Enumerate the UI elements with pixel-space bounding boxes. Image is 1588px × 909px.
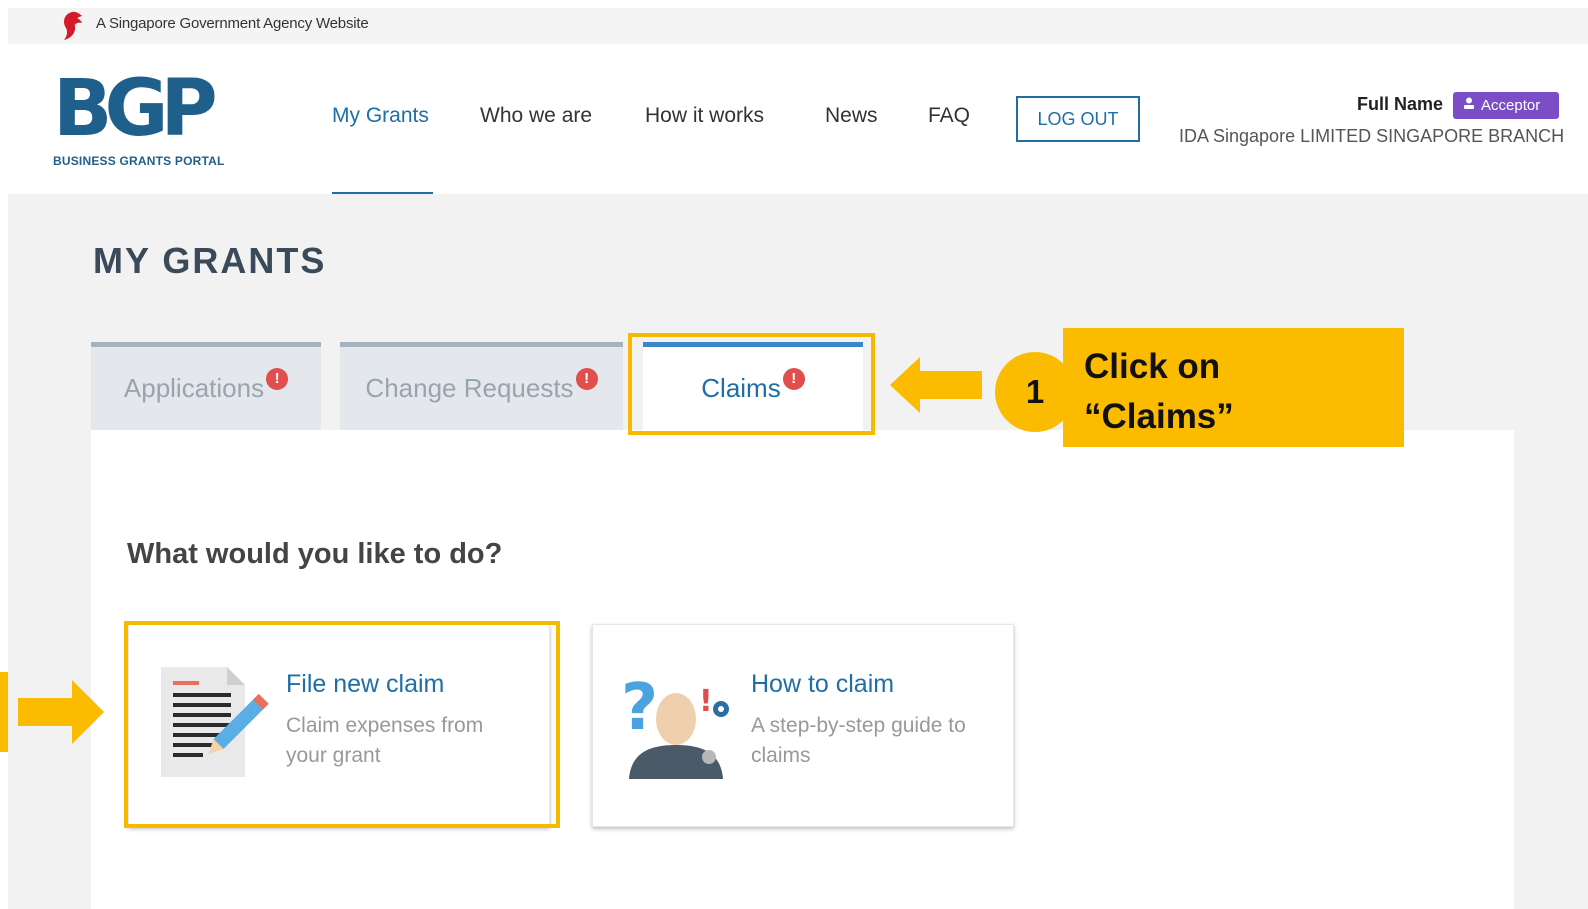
alert-icon: ! bbox=[575, 367, 598, 390]
tab-label: Applications bbox=[123, 373, 265, 403]
callout-line: Click on bbox=[1084, 347, 1221, 386]
nav-faq[interactable]: FAQ bbox=[928, 104, 970, 128]
arrow-left-icon bbox=[890, 357, 982, 418]
file-new-claim-highlight bbox=[124, 621, 560, 828]
logout-button[interactable]: LOG OUT bbox=[1016, 96, 1140, 142]
role-label: Acceptor bbox=[1481, 97, 1541, 114]
question-person-icon: ? ! bbox=[621, 667, 736, 787]
how-to-claim-card[interactable]: ? ! How to claim A step-by-step guide to… bbox=[592, 624, 1014, 827]
card-description-line: A step-by-step guide to bbox=[751, 714, 966, 737]
page-title: MY GRANTS bbox=[93, 240, 327, 281]
card-description-line: claims bbox=[751, 744, 811, 767]
step-instruction-callout: Click on “Claims” bbox=[1063, 328, 1404, 447]
nav-how-it-works[interactable]: How it works bbox=[645, 104, 764, 128]
user-icon bbox=[1463, 97, 1475, 114]
svg-text:?: ? bbox=[621, 671, 658, 745]
nav-who-we-are[interactable]: Who we are bbox=[480, 104, 592, 128]
alert-icon: ! bbox=[266, 367, 289, 390]
gov-bar: A Singapore Government Agency Website bbox=[8, 8, 1588, 44]
company-name: IDA Singapore LIMITED SINGAPORE BRANCH bbox=[1179, 126, 1565, 146]
logo-text: BGP bbox=[53, 69, 214, 149]
step-number-badge: 1 bbox=[995, 352, 1075, 432]
nav-news[interactable]: News bbox=[825, 104, 878, 128]
singapore-lion-icon bbox=[58, 10, 88, 47]
question-heading: What would you like to do? bbox=[127, 538, 503, 570]
card-description: A step-by-step guide to claims bbox=[751, 711, 966, 771]
tab-change-requests[interactable]: Change Requests ! bbox=[340, 342, 623, 430]
tab-applications[interactable]: Applications ! bbox=[91, 342, 321, 430]
logo-subtitle: BUSINESS GRANTS PORTAL bbox=[53, 154, 225, 168]
role-badge: Acceptor bbox=[1453, 92, 1559, 119]
claims-tab-highlight bbox=[628, 333, 875, 435]
gov-bar-text: A Singapore Government Agency Website bbox=[96, 15, 369, 32]
site-header: BGP BUSINESS GRANTS PORTAL bbox=[8, 44, 1588, 194]
bgp-logo[interactable]: BGP bbox=[53, 64, 223, 154]
card-title: How to claim bbox=[751, 670, 895, 698]
nav-my-grants[interactable]: My Grants bbox=[332, 104, 429, 128]
svg-text:!: ! bbox=[699, 684, 713, 719]
arrow-right-icon bbox=[0, 672, 104, 757]
tab-label: Change Requests bbox=[365, 373, 574, 403]
callout-line: “Claims” bbox=[1084, 397, 1234, 436]
user-name: Full Name bbox=[1357, 94, 1444, 114]
